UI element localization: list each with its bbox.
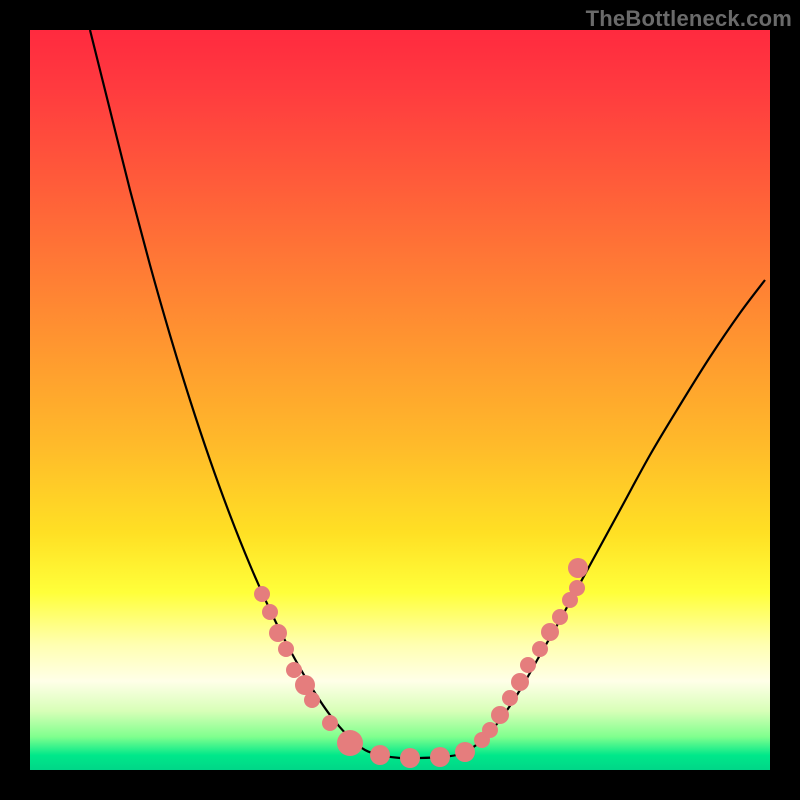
bottleneck-curve (90, 30, 765, 758)
curve-group (90, 30, 765, 758)
data-marker (482, 722, 498, 738)
plot-area (30, 30, 770, 770)
marker-group (254, 558, 588, 768)
data-marker (262, 604, 278, 620)
data-marker (569, 580, 585, 596)
data-marker (400, 748, 420, 768)
data-marker (254, 586, 270, 602)
data-marker (511, 673, 529, 691)
data-marker (520, 657, 536, 673)
data-marker (269, 624, 287, 642)
data-marker (337, 730, 363, 756)
data-marker (430, 747, 450, 767)
data-marker (370, 745, 390, 765)
data-marker (278, 641, 294, 657)
data-marker (552, 609, 568, 625)
data-marker (322, 715, 338, 731)
data-marker (502, 690, 518, 706)
data-marker (532, 641, 548, 657)
data-marker (455, 742, 475, 762)
data-marker (541, 623, 559, 641)
data-marker (304, 692, 320, 708)
watermark-text: TheBottleneck.com (586, 6, 792, 32)
data-marker (286, 662, 302, 678)
data-marker (491, 706, 509, 724)
chart-svg (30, 30, 770, 770)
data-marker (568, 558, 588, 578)
outer-frame: TheBottleneck.com (0, 0, 800, 800)
